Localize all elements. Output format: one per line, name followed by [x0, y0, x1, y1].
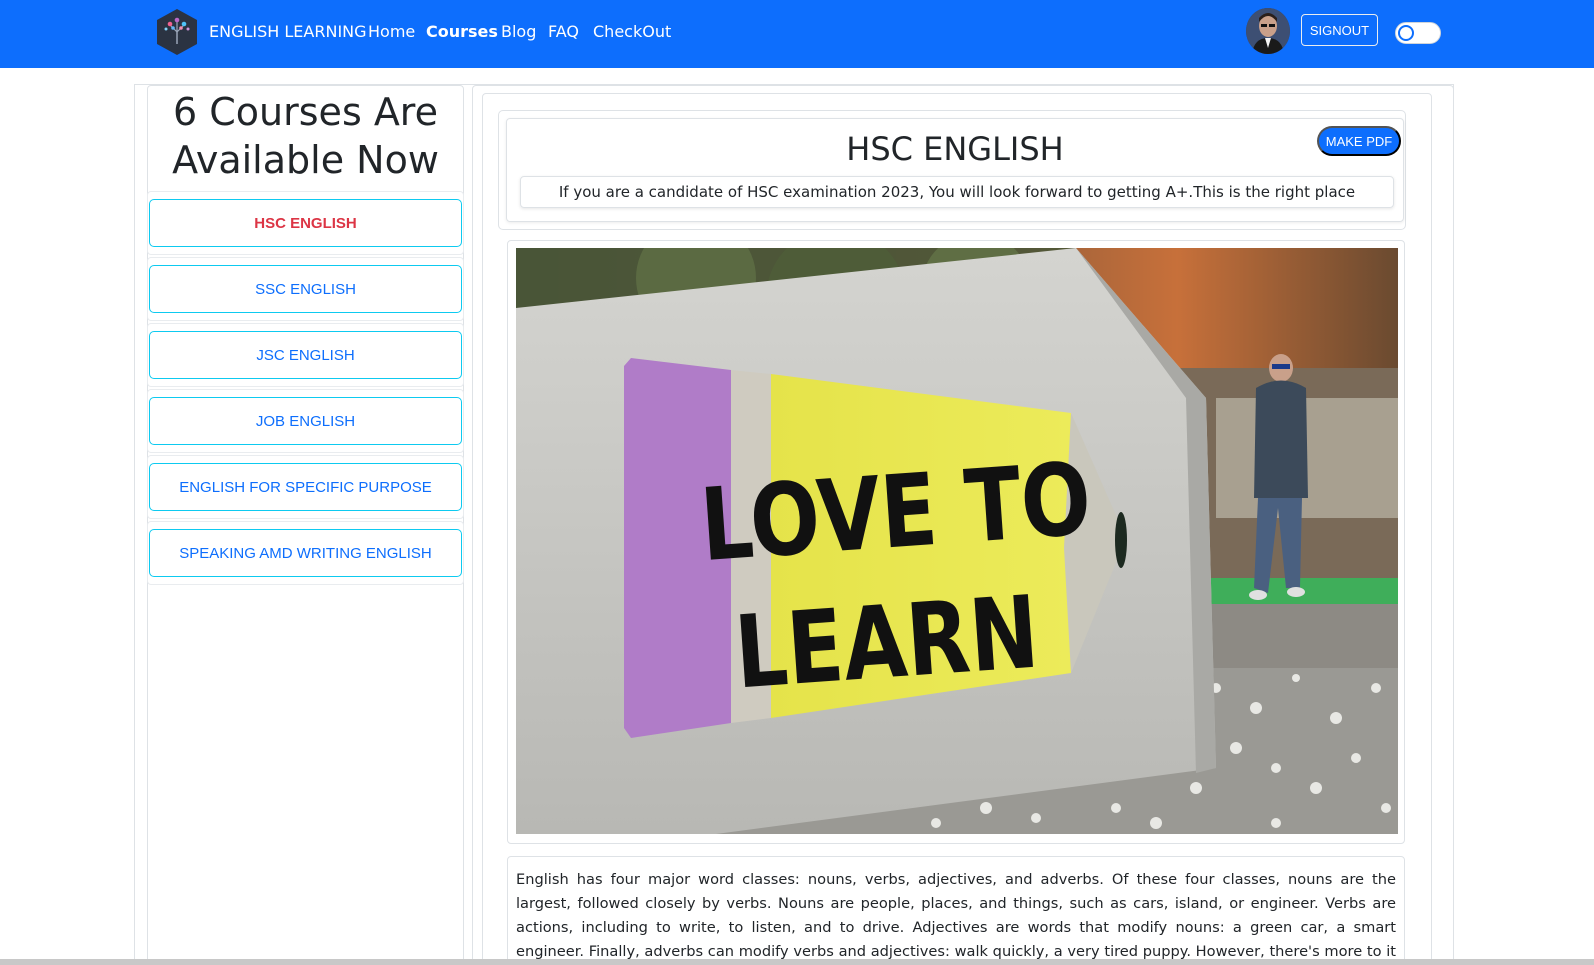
course-button-ssc[interactable]: SSC ENGLISH: [149, 265, 462, 313]
nav-link-faq[interactable]: FAQ: [548, 22, 579, 41]
nav-link-courses[interactable]: Courses: [426, 22, 498, 41]
course-hero-image: LOVE TO LEARN: [516, 248, 1398, 834]
horizontal-scrollbar[interactable]: [0, 959, 1594, 965]
toggle-knob: [1398, 25, 1414, 41]
nav-link-checkout[interactable]: CheckOut: [593, 22, 671, 41]
nav-link-home[interactable]: Home: [368, 22, 415, 41]
course-button-speaking-writing[interactable]: SPEAKING AMD WRITING ENGLISH: [149, 529, 462, 577]
make-pdf-button[interactable]: MAKE PDF: [1317, 126, 1401, 156]
signout-button[interactable]: SIGNOUT: [1301, 14, 1378, 46]
user-avatar[interactable]: [1246, 8, 1290, 54]
sidebar-title: 6 Courses Are Available Now: [172, 90, 439, 182]
course-button-esp[interactable]: ENGLISH FOR SPECIFIC PURPOSE: [149, 463, 462, 511]
course-subtitle: If you are a candidate of HSC examinatio…: [520, 176, 1394, 208]
brand-name[interactable]: ENGLISH LEARNING: [209, 22, 367, 41]
nav-link-blog[interactable]: Blog: [501, 22, 536, 41]
course-button-jsc[interactable]: JSC ENGLISH: [149, 331, 462, 379]
theme-toggle[interactable]: [1395, 22, 1441, 44]
brand-logo-icon[interactable]: [155, 8, 199, 56]
course-button-job[interactable]: JOB ENGLISH: [149, 397, 462, 445]
course-title: HSC ENGLISH: [846, 130, 1064, 168]
image-text-line-2: LEARN: [731, 574, 1042, 712]
course-description: English has four major word classes: nou…: [516, 871, 1396, 960]
navbar: ENGLISH LEARNING Home Courses Blog FAQ C…: [0, 0, 1594, 68]
course-button-hsc[interactable]: HSC ENGLISH: [149, 199, 462, 247]
